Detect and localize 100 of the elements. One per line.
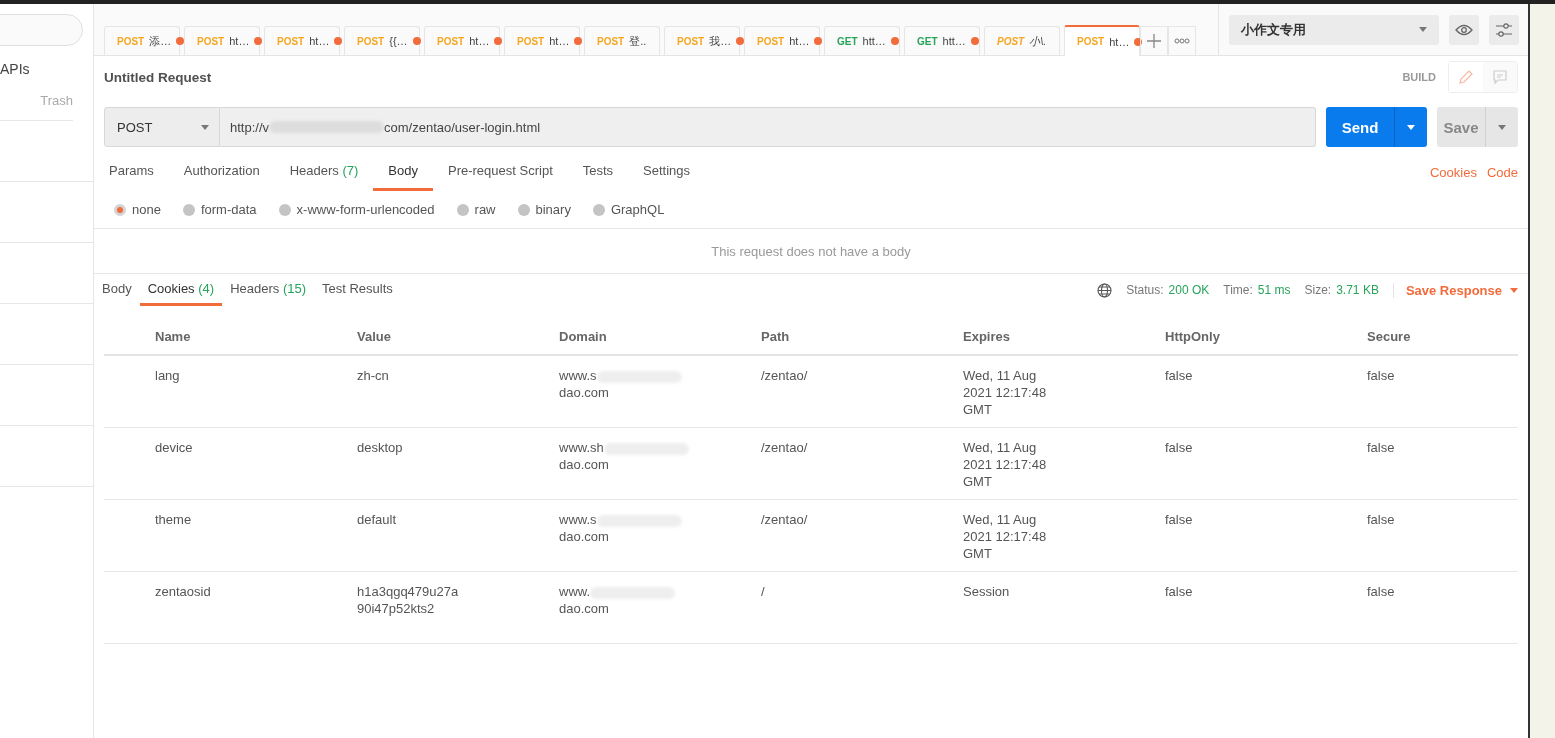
url-field[interactable]: http://v com/zentao/user-login.html xyxy=(220,107,1316,147)
body-type-radio[interactable]: GraphQL xyxy=(592,202,665,217)
table-cell-text: /zentao/ xyxy=(761,511,809,529)
response-tab[interactable]: Cookies (4) xyxy=(139,274,223,306)
method-label: POST xyxy=(517,35,545,47)
tab-title: 小\. xyxy=(1029,33,1047,49)
table-cell-text: false xyxy=(1367,511,1396,529)
request-tab[interactable]: POST ht… xyxy=(184,26,260,55)
column-header: Expires xyxy=(963,327,1011,345)
request-tab[interactable]: POST 小\. xyxy=(984,26,1060,55)
request-section-tab[interactable]: Tests xyxy=(567,153,629,191)
tab-title: ht… xyxy=(1109,35,1130,48)
stat-value: 3.71 KB xyxy=(1336,283,1379,297)
method-label: POST xyxy=(437,35,465,47)
search-field[interactable] xyxy=(0,14,83,46)
request-section-tab[interactable]: Pre-request Script xyxy=(433,153,568,191)
request-section-tab[interactable]: Settings xyxy=(628,153,706,191)
table-cell-text: false xyxy=(1367,439,1396,457)
stat-label: Status: xyxy=(1126,283,1164,297)
table-cell-text: h1a3qgq479u27a 90i47p52kts2 xyxy=(357,583,460,618)
request-section-tab[interactable]: Params xyxy=(104,153,169,191)
mode-label: BUILD xyxy=(1402,71,1436,83)
request-tab[interactable]: POST ht… xyxy=(424,26,500,55)
pencil-icon xyxy=(1458,69,1474,85)
table-cell-text: false xyxy=(1165,583,1194,601)
empty-body-message: This request does not have a body xyxy=(711,243,911,259)
column-header: HttpOnly xyxy=(1165,327,1221,345)
sidebar-item[interactable]: APIs xyxy=(0,61,93,77)
tab-title: 我… xyxy=(709,33,732,49)
request-tab[interactable]: POST ht… xyxy=(744,26,820,55)
request-section-tab[interactable]: Headers (7) xyxy=(274,153,374,191)
environment-dropdown[interactable]: 小作文专用 xyxy=(1229,14,1439,45)
table-cell-text: lang xyxy=(155,367,181,385)
response-tab[interactable]: Body xyxy=(102,274,140,306)
table-cell: www. dao.com xyxy=(559,572,761,643)
tab-title: ht… xyxy=(229,35,250,47)
request-section-tab[interactable]: Authorization xyxy=(168,153,275,191)
table-cell-text: theme xyxy=(155,511,193,529)
method-label: POST xyxy=(1077,36,1105,47)
table-cell-text: / xyxy=(761,583,766,601)
table-cell-text: false xyxy=(1165,511,1194,529)
tab-title: 添… xyxy=(149,33,172,49)
table-cell-text: device xyxy=(155,439,194,457)
column-header: Value xyxy=(357,327,392,345)
send-options-button[interactable] xyxy=(1394,107,1427,147)
stat-label: Size: xyxy=(1304,283,1332,297)
eye-button[interactable] xyxy=(1449,14,1479,45)
method-label: POST xyxy=(277,35,305,47)
stat-label: Time: xyxy=(1223,283,1253,297)
response-tab[interactable]: Test Results xyxy=(314,274,401,306)
request-tab[interactable]: GET htt… xyxy=(904,26,980,55)
tab-title: 登.. xyxy=(629,33,647,49)
request-tab[interactable]: POST {{… xyxy=(344,26,420,55)
tab-title: ht… xyxy=(469,35,490,47)
comment-icon xyxy=(1492,69,1508,85)
request-tab[interactable]: POST 登.. xyxy=(584,26,660,55)
save-options-button[interactable] xyxy=(1485,107,1518,147)
body-type-radio[interactable]: form-data xyxy=(182,202,257,217)
table-cell-text: default xyxy=(357,511,398,529)
table-cell-text: desktop xyxy=(357,439,404,457)
settings-button[interactable] xyxy=(1489,14,1519,45)
more-tabs-button[interactable] xyxy=(1168,26,1196,55)
request-tab[interactable]: POST ht… xyxy=(504,26,580,55)
table-cell: www.s dao.com xyxy=(559,500,761,571)
tab-title: ht… xyxy=(309,35,330,47)
table-cell-text: /zentao/ xyxy=(761,367,809,385)
sliders-icon xyxy=(1495,21,1513,38)
more-icon xyxy=(1174,38,1190,44)
tab-title: ht… xyxy=(789,35,810,47)
eye-icon xyxy=(1455,23,1473,36)
plus-icon xyxy=(1146,33,1162,49)
comments-button[interactable] xyxy=(1483,62,1517,92)
body-type-radio[interactable]: binary xyxy=(517,202,571,217)
column-header: Path xyxy=(761,327,791,345)
method-dropdown[interactable]: POST xyxy=(104,107,220,147)
stat-value: 200 OK xyxy=(1168,283,1210,297)
request-section-tab[interactable]: Body xyxy=(373,153,433,191)
tab-title: {{… xyxy=(389,35,408,47)
method-label: POST xyxy=(357,35,385,47)
request-tab[interactable]: POST ht… xyxy=(1064,25,1140,56)
request-tab[interactable]: POST ht… xyxy=(264,26,340,55)
table-cell: www.sh dao.com xyxy=(559,428,761,499)
tab-title: htt… xyxy=(862,35,886,47)
tab-title: ht… xyxy=(549,35,570,47)
table-cell-text: false xyxy=(1367,583,1396,601)
method-label: POST xyxy=(597,35,625,47)
method-label: POST xyxy=(197,35,225,47)
send-button[interactable]: Send xyxy=(1326,107,1394,147)
request-tab[interactable]: GET htt… xyxy=(824,26,900,55)
body-type-radio[interactable]: raw xyxy=(456,202,496,217)
response-tab[interactable]: Headers (15) xyxy=(222,274,314,306)
table-cell-text: zh-cn xyxy=(357,367,390,385)
method-label: POST xyxy=(997,35,1025,47)
table-cell-text: Session xyxy=(963,583,1011,601)
new-tab-button[interactable] xyxy=(1140,26,1168,55)
method-label: POST xyxy=(117,35,145,47)
method-label: POST xyxy=(757,35,785,47)
body-type-radio[interactable]: x-www-form-urlencoded xyxy=(278,202,435,217)
body-type-radio[interactable]: none xyxy=(114,202,161,217)
table-cell-text: Wed, 11 Aug 2021 12:17:48 GMT xyxy=(963,511,1048,563)
